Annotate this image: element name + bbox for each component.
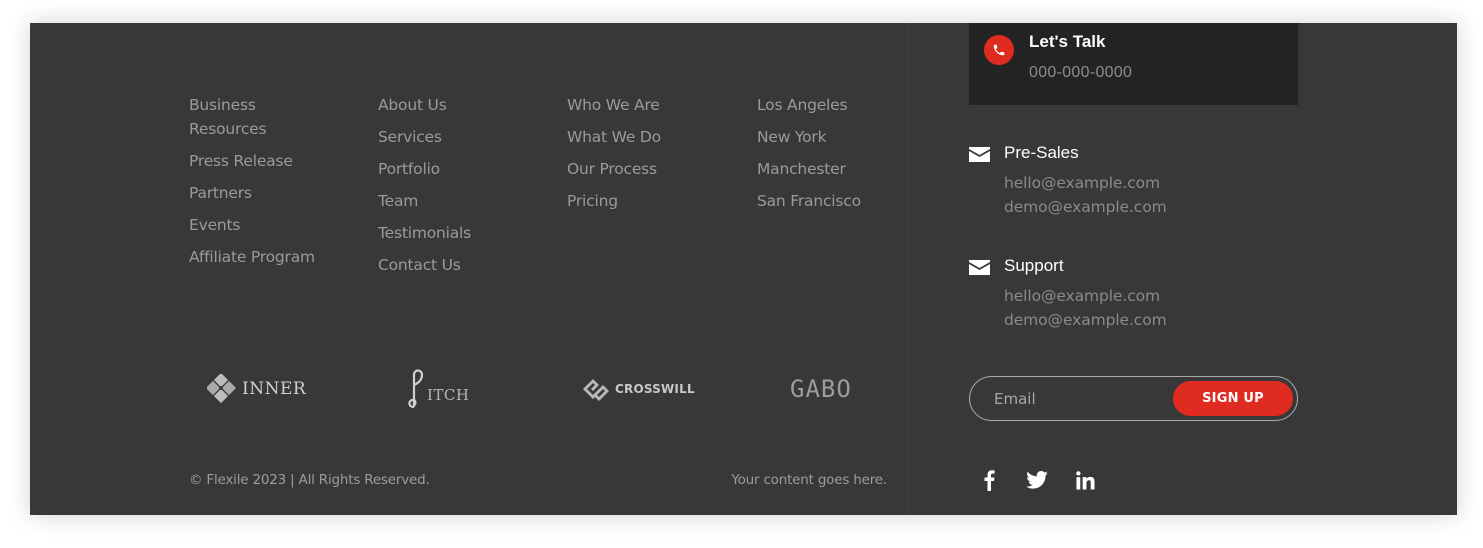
mail-icon	[969, 147, 990, 162]
link-our-process[interactable]: Our Process	[567, 157, 727, 181]
lets-talk-title: Let's Talk	[1029, 32, 1106, 51]
link-manchester[interactable]: Manchester	[757, 157, 917, 181]
contact-title: Support	[1004, 256, 1064, 275]
footer-links-column-2: About Us Services Portfolio Team Testimo…	[378, 93, 538, 285]
logo-inner: INNER	[207, 363, 306, 415]
sign-up-button[interactable]: SIGN UP	[1173, 381, 1293, 416]
link-affiliate-program[interactable]: Affiliate Program	[189, 245, 319, 269]
copyright-text: © Flexile 2023 | All Rights Reserved.	[189, 472, 430, 488]
link-what-we-do[interactable]: What We Do	[567, 125, 727, 149]
link-events[interactable]: Events	[189, 213, 319, 237]
logo-gabo: GABO	[790, 363, 852, 415]
newsletter-form: SIGN UP	[969, 376, 1298, 421]
site-footer: Business Resources Press Release Partner…	[30, 23, 1457, 515]
link-services[interactable]: Services	[378, 125, 538, 149]
link-contact-us[interactable]: Contact Us	[378, 253, 538, 277]
logo-crosswill: CROSSWILL	[581, 363, 695, 415]
link-team[interactable]: Team	[378, 189, 538, 213]
link-business-resources[interactable]: Business Resources	[189, 93, 319, 141]
twitter-icon[interactable]	[1025, 468, 1049, 492]
footer-links-column-3: Who We Are What We Do Our Process Pricin…	[567, 93, 727, 221]
link-about-us[interactable]: About Us	[378, 93, 538, 117]
logo-crosswill-text: CROSSWILL	[615, 382, 695, 396]
link-partners[interactable]: Partners	[189, 181, 319, 205]
link-portfolio[interactable]: Portfolio	[378, 157, 538, 181]
contact-email[interactable]: hello@example.com	[1004, 174, 1160, 192]
contact-title: Pre-Sales	[1004, 143, 1079, 162]
contact-email[interactable]: hello@example.com	[1004, 287, 1160, 305]
mail-icon	[969, 260, 990, 275]
logo-gabo-text: GABO	[790, 375, 852, 403]
logo-pitch: ITCH	[405, 363, 470, 415]
contact-email[interactable]: demo@example.com	[1004, 198, 1167, 216]
phone-icon	[984, 35, 1014, 65]
crosswill-mark-icon	[583, 379, 609, 401]
link-testimonials[interactable]: Testimonials	[378, 221, 538, 245]
facebook-icon[interactable]	[977, 468, 1001, 492]
link-los-angeles[interactable]: Los Angeles	[757, 93, 917, 117]
inner-diamond-icon	[207, 374, 237, 404]
footer-links-column-4: Los Angeles New York Manchester San Fran…	[757, 93, 917, 221]
footer-links-column-1: Business Resources Press Release Partner…	[189, 93, 319, 277]
link-who-we-are[interactable]: Who We Are	[567, 93, 727, 117]
email-input[interactable]	[994, 387, 1164, 411]
logo-inner-text: INNER	[242, 379, 307, 399]
tagline-text: Your content goes here.	[731, 472, 887, 488]
linkedin-icon[interactable]	[1073, 468, 1097, 492]
link-pricing[interactable]: Pricing	[567, 189, 727, 213]
contact-email[interactable]: demo@example.com	[1004, 311, 1167, 329]
logo-pitch-text: ITCH	[427, 386, 470, 404]
phone-number[interactable]: 000-000-0000	[1029, 64, 1132, 82]
pitch-clef-icon	[408, 369, 424, 409]
lets-talk-box: Let's Talk 000-000-0000	[969, 23, 1298, 105]
link-new-york[interactable]: New York	[757, 125, 917, 149]
link-san-francisco[interactable]: San Francisco	[757, 189, 917, 213]
link-press-release[interactable]: Press Release	[189, 149, 319, 173]
